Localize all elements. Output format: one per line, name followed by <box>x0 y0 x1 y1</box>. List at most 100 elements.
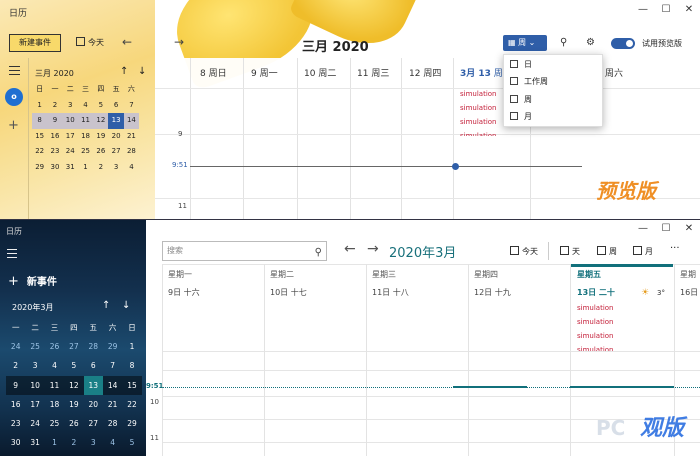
day-header[interactable]: 11 周三 <box>357 66 389 79</box>
mini-calendar-day[interactable]: 8 <box>32 113 48 129</box>
arrow-up-icon[interactable]: ↑ <box>102 300 110 311</box>
mini-calendar-day[interactable]: 16 <box>6 395 25 414</box>
prev-arrow-icon[interactable]: ← <box>344 241 356 257</box>
maximize-icon[interactable]: ☐ <box>655 223 677 234</box>
mini-calendar-day[interactable]: 25 <box>25 337 44 356</box>
mini-calendar-day[interactable]: 30 <box>47 160 62 176</box>
mini-calendar-day[interactable]: 1 <box>45 433 64 452</box>
search-input[interactable]: 搜索 ⚲ <box>162 241 327 261</box>
hamburger-icon[interactable] <box>7 249 17 261</box>
day-view-button[interactable]: 天 <box>560 246 580 257</box>
mini-calendar-day[interactable]: 29 <box>103 337 122 356</box>
event-item[interactable]: simulation <box>460 104 497 112</box>
mini-calendar-day[interactable]: 2 <box>6 356 25 375</box>
mini-calendar-day[interactable]: 20 <box>108 129 123 145</box>
mini-calendar-title[interactable]: 2020年3月 <box>12 302 53 313</box>
menu-item-month[interactable]: 月 <box>510 111 532 122</box>
mini-calendar-day[interactable]: 26 <box>64 414 83 433</box>
event-item[interactable]: simulation <box>460 90 497 98</box>
mini-calendar-day[interactable]: 3 <box>63 98 78 114</box>
next-arrow-icon[interactable]: → <box>174 35 184 49</box>
mini-calendar-day[interactable]: 3 <box>25 356 44 375</box>
mini-calendar-day[interactable]: 13 <box>83 375 103 395</box>
mini-calendar-day[interactable]: 17 <box>25 395 44 414</box>
mini-calendar-day[interactable]: 24 <box>6 337 25 356</box>
day-header[interactable]: 8 周日 <box>200 66 227 79</box>
search-icon[interactable]: ⚲ <box>315 244 322 262</box>
close-icon[interactable]: ✕ <box>678 223 700 234</box>
day-header[interactable]: 10日 十七 <box>270 287 307 298</box>
mini-calendar-day[interactable]: 5 <box>93 98 108 114</box>
event-item[interactable]: simulation <box>460 132 497 136</box>
mini-calendar-day[interactable]: 31 <box>63 160 78 176</box>
week-view-button[interactable]: 周 <box>597 246 617 257</box>
menu-item-day[interactable]: 日 <box>510 59 532 70</box>
mini-calendar-day[interactable]: 23 <box>6 414 25 433</box>
day-header[interactable]: 12日 十九 <box>474 287 511 298</box>
event-item[interactable]: simulation <box>577 346 614 351</box>
day-header[interactable]: 11日 十八 <box>372 287 409 298</box>
mini-calendar-day[interactable]: 7 <box>103 356 122 375</box>
mini-calendar-day[interactable]: 10 <box>25 375 45 395</box>
mini-calendar-day[interactable]: 14 <box>123 113 140 129</box>
mini-calendar-day[interactable]: 14 <box>102 375 123 395</box>
day-header-selected[interactable]: 3月 13 周 <box>460 66 503 79</box>
mini-calendar-day[interactable]: 6 <box>84 356 103 375</box>
event-item[interactable]: simulation <box>577 304 614 312</box>
mini-calendar-day[interactable]: 15 <box>32 129 47 145</box>
mini-calendar-day[interactable]: 27 <box>64 337 83 356</box>
preview-toggle[interactable] <box>611 38 635 49</box>
mini-calendar-day[interactable]: 7 <box>124 98 139 114</box>
mini-calendar-day[interactable]: 23 <box>47 144 62 160</box>
mini-calendar-day[interactable]: 28 <box>103 414 122 433</box>
mini-calendar-day[interactable]: 11 <box>77 113 94 129</box>
new-event-button[interactable]: 新建事件 <box>9 34 61 52</box>
mini-calendar-day[interactable]: 12 <box>93 113 109 129</box>
menu-item-workweek[interactable]: 工作周 <box>510 76 548 87</box>
mini-calendar-day[interactable]: 20 <box>84 395 103 414</box>
mini-calendar-day[interactable]: 19 <box>93 129 108 145</box>
menu-item-week[interactable]: 周 <box>510 94 532 105</box>
mini-calendar-day[interactable]: 9 <box>47 113 63 129</box>
mini-calendar-day[interactable]: 5 <box>122 433 141 452</box>
pin-icon[interactable]: ⚲ <box>560 37 567 48</box>
mini-calendar-day[interactable]: 22 <box>122 395 141 414</box>
month-view-button[interactable]: 月 <box>633 246 653 257</box>
mini-calendar-day[interactable]: 24 <box>63 144 78 160</box>
arrow-up-icon[interactable]: ↑ <box>120 66 128 77</box>
mini-calendar-day[interactable]: 1 <box>78 160 93 176</box>
prev-arrow-icon[interactable]: ← <box>122 35 132 49</box>
view-selector-dropdown[interactable]: ▦ 周 ⌄ <box>503 35 547 51</box>
mini-calendar-day[interactable]: 28 <box>124 144 139 160</box>
mini-calendar-day[interactable]: 18 <box>78 129 93 145</box>
next-arrow-icon[interactable]: → <box>367 241 379 257</box>
mini-calendar-day[interactable]: 2 <box>93 160 108 176</box>
mini-calendar-day[interactable]: 10 <box>62 113 78 129</box>
mini-calendar-day[interactable]: 4 <box>78 98 93 114</box>
mini-calendar-day[interactable]: 2 <box>64 433 83 452</box>
new-event-button[interactable]: + 新事件 <box>8 273 57 289</box>
minimize-icon[interactable]: — <box>632 4 654 15</box>
mini-calendar-day[interactable]: 25 <box>45 414 64 433</box>
event-item[interactable]: simulation <box>577 332 614 340</box>
mini-calendar-day[interactable]: 3 <box>84 433 103 452</box>
today-button[interactable]: 今天 <box>76 37 104 48</box>
mini-calendar-day[interactable]: 5 <box>64 356 83 375</box>
mini-calendar-day[interactable]: 29 <box>32 160 47 176</box>
mini-calendar-day[interactable]: 6 <box>108 98 123 114</box>
mini-calendar-day[interactable]: 8 <box>122 356 141 375</box>
arrow-down-icon[interactable]: ↓ <box>138 66 146 77</box>
hamburger-icon[interactable] <box>9 66 20 78</box>
close-icon[interactable]: ✕ <box>678 4 700 15</box>
maximize-icon[interactable]: ☐ <box>655 4 677 15</box>
more-icon[interactable]: ··· <box>670 243 680 254</box>
event-item[interactable]: simulation <box>577 318 614 326</box>
mini-calendar-day[interactable]: 4 <box>124 160 139 176</box>
outlook-icon[interactable]: o <box>5 88 23 106</box>
mini-calendar-day[interactable]: 9 <box>6 375 26 395</box>
mini-calendar-day[interactable]: 16 <box>47 129 62 145</box>
arrow-down-icon[interactable]: ↓ <box>122 300 130 311</box>
mini-calendar-day[interactable]: 25 <box>78 144 93 160</box>
mini-calendar-day[interactable]: 15 <box>122 375 142 395</box>
day-header-selected[interactable]: 13日 二十 <box>577 287 615 298</box>
